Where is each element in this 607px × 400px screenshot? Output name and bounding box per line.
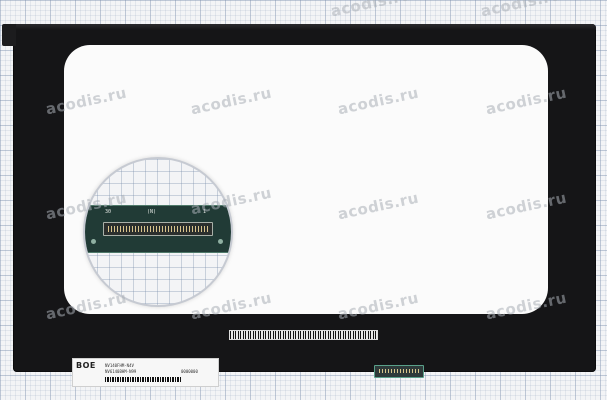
inset-connector: [103, 222, 213, 236]
cable-stub: [2, 24, 16, 46]
sticker-line-2: NV6140BHM-N99: [105, 369, 137, 374]
product-label-sticker: BOE NV140FHM-N4V NV6140BHM-N99 0000000: [72, 358, 219, 387]
watermark: acodis.ru: [479, 0, 564, 21]
panel-top-edge: [13, 24, 596, 30]
bottom-connector: [374, 365, 424, 378]
watermark: acodis.ru: [329, 0, 414, 21]
brand-mark: BOE: [76, 361, 96, 370]
mount-hole-right: [218, 239, 223, 244]
pin-label-mid: (N): [147, 209, 157, 215]
sticker-line-3: 0000000: [181, 369, 198, 374]
mount-hole-left: [91, 239, 96, 244]
connector-zoom-inset: 30 (N) 1: [83, 157, 233, 307]
sticker-line-1: NV140FHM-N4V: [105, 363, 134, 368]
sticker-barcode: [105, 377, 181, 382]
barcode-strip: [229, 330, 378, 340]
